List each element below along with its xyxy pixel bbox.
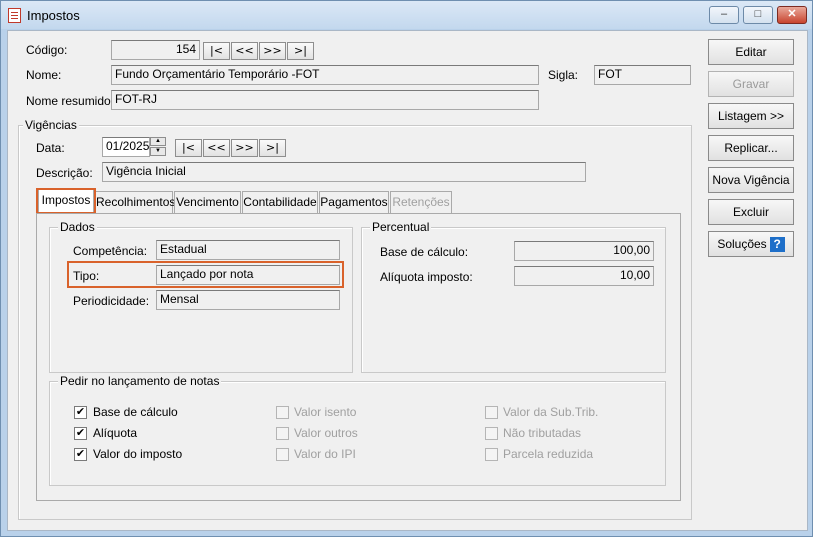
checkbox-valor-ipi[interactable]	[276, 448, 289, 461]
first-record-button[interactable]: |<	[203, 42, 230, 60]
replicar-button[interactable]: Replicar...	[708, 135, 794, 161]
vig-first-button[interactable]: |<	[175, 139, 202, 157]
cb-label-valor-sub-trib: Valor da Sub.Trib.	[503, 405, 599, 419]
codigo-field[interactable]: 154	[111, 40, 200, 60]
tipo-highlight	[67, 261, 344, 288]
solucoes-button[interactable]: Soluções?	[708, 231, 794, 257]
checkbox-valor-isento[interactable]	[276, 406, 289, 419]
cb-label-valor-outros: Valor outros	[294, 426, 358, 440]
periodicidade-field[interactable]: Mensal	[156, 290, 340, 310]
checkbox-valor-imposto[interactable]: ✔	[74, 448, 87, 461]
spin-down-icon[interactable]: ▼	[150, 147, 166, 156]
cb-label-valor-ipi: Valor do IPI	[294, 447, 356, 461]
last-record-button[interactable]: >|	[287, 42, 314, 60]
next-record-button[interactable]: >>	[259, 42, 286, 60]
vig-next-button[interactable]: >>	[231, 139, 258, 157]
checkbox-valor-outros[interactable]	[276, 427, 289, 440]
excluir-vigencia-button[interactable]: Excluir Vigência	[708, 199, 794, 243]
nome-resumido-label: Nome resumido:	[26, 94, 115, 108]
tab-retencoes[interactable]: Retenções	[390, 191, 452, 213]
client-area: Código: 154 |< << >> >| Nome: Fundo Orça…	[7, 30, 808, 531]
tab-impostos-highlight	[36, 188, 96, 214]
tab-pagamentos[interactable]: Pagamentos	[319, 191, 389, 213]
checkbox-valor-sub-trib[interactable]	[485, 406, 498, 419]
nome-label: Nome:	[26, 68, 62, 82]
competencia-label: Competência:	[73, 244, 148, 258]
maximize-button[interactable]: □	[743, 6, 773, 24]
tab-recolhimentos[interactable]: Recolhimentos	[95, 191, 175, 213]
listagem-button[interactable]: Listagem >>	[708, 103, 794, 129]
window: Impostos – □ ✕ Código: 154 |< << >> >| N…	[0, 0, 813, 537]
close-button[interactable]: ✕	[777, 6, 807, 24]
percentual-title: Percentual	[370, 220, 432, 234]
vig-prev-button[interactable]: <<	[203, 139, 230, 157]
aliquota-label: Alíquota imposto:	[380, 270, 473, 284]
data-field[interactable]: 01/2025	[102, 137, 150, 157]
checkbox-aliquota[interactable]: ✔	[74, 427, 87, 440]
sigla-field[interactable]: FOT	[594, 65, 691, 85]
descricao-field[interactable]: Vigência Inicial	[102, 162, 586, 182]
minimize-button[interactable]: –	[709, 6, 739, 24]
impostos-panel: Dados Competência: Estadual Tipo: Lançad…	[36, 213, 681, 501]
vig-last-button[interactable]: >|	[259, 139, 286, 157]
aliquota-field[interactable]: 10,00	[514, 266, 654, 286]
nome-resumido-field[interactable]: FOT-RJ	[111, 90, 539, 110]
cb-label-valor-imposto: Valor do imposto	[93, 447, 183, 461]
pedir-title: Pedir no lançamento de notas	[58, 374, 222, 388]
cb-label-base-calculo: Base de cálculo	[93, 405, 178, 419]
nome-field[interactable]: Fundo Orçamentário Temporário -FOT	[111, 65, 539, 85]
base-calculo-field[interactable]: 100,00	[514, 241, 654, 261]
competencia-field[interactable]: Estadual	[156, 240, 340, 260]
checkbox-parcela-reduzida[interactable]	[485, 448, 498, 461]
vigencias-title: Vigências	[23, 118, 79, 132]
title-bar: Impostos – □ ✕	[1, 1, 812, 29]
checkbox-nao-tributadas[interactable]	[485, 427, 498, 440]
base-calculo-label: Base de cálculo:	[380, 245, 469, 259]
cb-label-nao-tributadas: Não tributadas	[503, 426, 582, 440]
editar-button[interactable]: Editar	[708, 39, 794, 65]
tab-contabilidade[interactable]: Contabilidade	[242, 191, 318, 213]
checkbox-base-calculo[interactable]: ✔	[74, 406, 87, 419]
prev-record-button[interactable]: <<	[231, 42, 258, 60]
solucoes-label: Soluções	[717, 237, 767, 251]
periodicidade-label: Periodicidade:	[73, 294, 150, 308]
gravar-button[interactable]: Gravar	[708, 71, 794, 97]
spin-up-icon[interactable]: ▲	[150, 137, 166, 146]
document-list-icon	[8, 8, 21, 23]
cb-label-parcela-reduzida: Parcela reduzida	[503, 447, 594, 461]
descricao-label: Descrição:	[36, 166, 93, 180]
cb-label-valor-isento: Valor isento	[294, 405, 357, 419]
codigo-label: Código:	[26, 43, 68, 57]
help-icon: ?	[769, 237, 785, 253]
data-label: Data:	[36, 141, 65, 155]
dados-title: Dados	[58, 220, 97, 234]
sigla-label: Sigla:	[548, 68, 579, 82]
window-title: Impostos	[27, 8, 80, 23]
nova-vigencia-button[interactable]: Nova Vigência	[708, 167, 794, 193]
tab-vencimento[interactable]: Vencimento	[174, 191, 241, 213]
cb-label-aliquota: Alíquota	[93, 426, 138, 440]
